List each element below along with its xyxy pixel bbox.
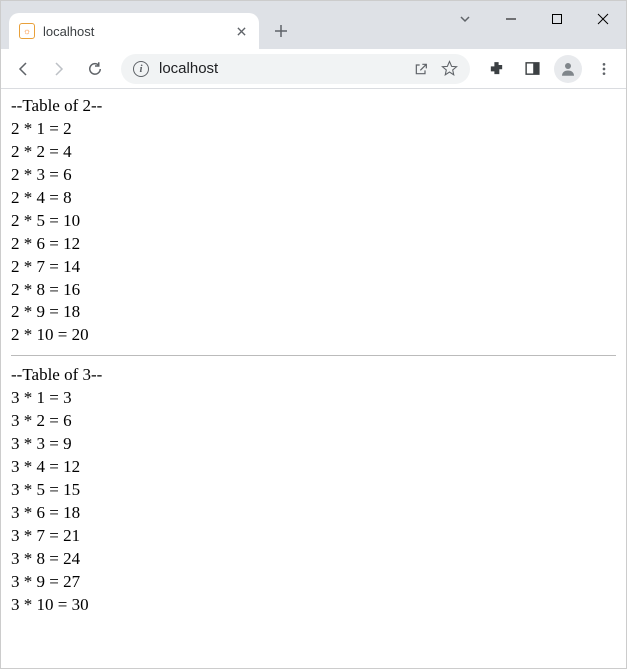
table-row: 3 * 5 = 15	[11, 479, 616, 502]
table-row: 2 * 5 = 10	[11, 210, 616, 233]
page-content: --Table of 2-- 2 * 1 = 2 2 * 2 = 4 2 * 3…	[1, 89, 626, 670]
table-row: 2 * 8 = 16	[11, 279, 616, 302]
tabbar: ☼ localhost	[1, 9, 295, 49]
xampp-favicon-icon: ☼	[19, 23, 35, 39]
table-header: --Table of 2--	[11, 95, 616, 118]
table-row: 3 * 8 = 24	[11, 548, 616, 571]
tab-search-button[interactable]	[442, 1, 488, 37]
reload-button[interactable]	[79, 53, 111, 85]
forward-button[interactable]	[43, 53, 75, 85]
new-tab-button[interactable]	[267, 17, 295, 45]
table-row: 2 * 10 = 20	[11, 324, 616, 347]
back-button[interactable]	[7, 53, 39, 85]
table-row: 3 * 1 = 3	[11, 387, 616, 410]
titlebar: ☼ localhost	[1, 1, 626, 49]
table-row: 2 * 4 = 8	[11, 187, 616, 210]
table-header: --Table of 3--	[11, 364, 616, 387]
table-row: 3 * 7 = 21	[11, 525, 616, 548]
maximize-button[interactable]	[534, 1, 580, 37]
extensions-button[interactable]	[480, 53, 512, 85]
table-row: 2 * 3 = 6	[11, 164, 616, 187]
menu-button[interactable]	[588, 53, 620, 85]
toolbar: i localhost	[1, 49, 626, 89]
share-button[interactable]	[412, 60, 430, 78]
table-row: 2 * 6 = 12	[11, 233, 616, 256]
table-row: 3 * 4 = 12	[11, 456, 616, 479]
profile-button[interactable]	[554, 55, 582, 83]
window-controls	[442, 1, 626, 37]
close-window-button[interactable]	[580, 1, 626, 37]
table-row: 2 * 2 = 4	[11, 141, 616, 164]
address-bar[interactable]: i localhost	[121, 54, 470, 84]
table-row: 3 * 2 = 6	[11, 410, 616, 433]
table-row: 2 * 7 = 14	[11, 256, 616, 279]
table-row: 2 * 9 = 18	[11, 301, 616, 324]
table-row: 3 * 3 = 9	[11, 433, 616, 456]
table-row: 3 * 6 = 18	[11, 502, 616, 525]
browser-tab[interactable]: ☼ localhost	[9, 13, 259, 49]
tab-title: localhost	[43, 24, 225, 39]
minimize-button[interactable]	[488, 1, 534, 37]
url-text: localhost	[159, 60, 402, 77]
close-tab-button[interactable]	[233, 23, 249, 39]
bookmark-button[interactable]	[440, 60, 458, 78]
table-row: 3 * 9 = 27	[11, 571, 616, 594]
side-panel-button[interactable]	[516, 53, 548, 85]
divider	[11, 355, 616, 356]
table-row: 2 * 1 = 2	[11, 118, 616, 141]
table-row: 3 * 10 = 30	[11, 594, 616, 617]
site-info-icon[interactable]: i	[133, 61, 149, 77]
